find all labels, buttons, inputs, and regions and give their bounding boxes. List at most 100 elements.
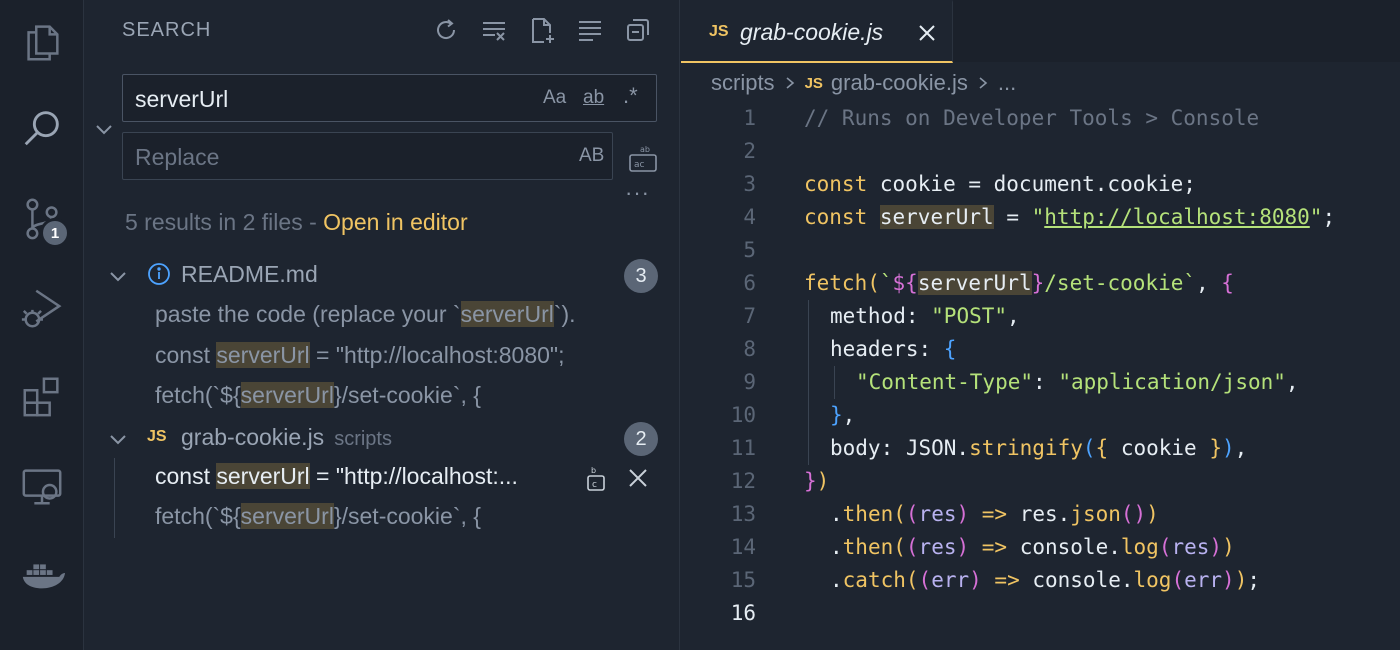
breadcrumb-file[interactable]: grab-cookie.js xyxy=(831,70,968,96)
code-bracket: ( xyxy=(893,535,906,559)
code-text: const cookie = document.cookie; xyxy=(804,168,1196,201)
code-parameter: err xyxy=(1184,568,1223,592)
code-bracket: ( xyxy=(893,502,906,526)
close-icon[interactable] xyxy=(917,23,937,43)
code-line: 13 .then((res) => res.json()) xyxy=(681,498,1400,531)
dismiss-match-icon[interactable] xyxy=(624,464,652,492)
code-parameter: res xyxy=(1171,535,1210,559)
code-token: = xyxy=(993,205,1032,229)
code-token: console. xyxy=(1032,568,1134,592)
match-highlight: serverUrl xyxy=(216,342,310,368)
search-match[interactable]: fetch(`${serverUrl}/set-cookie`, { xyxy=(155,503,481,530)
code-bracket: ( xyxy=(905,502,919,526)
code-bracket: } xyxy=(1209,436,1222,460)
docker-icon[interactable] xyxy=(14,546,70,602)
search-match-active[interactable]: const serverUrl = "http://localhost:... xyxy=(155,463,518,490)
code-bracket: { xyxy=(1095,436,1109,460)
search-icon[interactable] xyxy=(14,100,70,156)
breadcrumb-symbols[interactable]: ... xyxy=(998,70,1016,96)
code-token: body: JSON. xyxy=(830,436,970,460)
line-number: 10 xyxy=(730,403,756,427)
code-token: , xyxy=(1285,370,1299,394)
code-token: . xyxy=(830,502,843,526)
files-icon[interactable] xyxy=(14,14,70,70)
code-token: res. xyxy=(1019,502,1071,526)
code-bracket: } xyxy=(830,403,843,427)
code-token: , xyxy=(1234,436,1248,460)
code-match-highlight: serverUrl xyxy=(917,271,1032,295)
code-text: }, xyxy=(830,399,855,432)
code-text: .then((res) => res.json()) xyxy=(830,498,1159,531)
match-whole-word-toggle[interactable]: ab xyxy=(583,87,604,109)
search-input[interactable]: serverUrl Aa ab .* xyxy=(122,74,657,122)
js-file-icon: JS xyxy=(147,428,167,445)
indent-guide xyxy=(808,432,809,465)
result-file-readme[interactable]: README.md 3 xyxy=(107,259,667,293)
clear-results-icon[interactable] xyxy=(478,14,510,46)
code-bracket: ( xyxy=(905,535,919,559)
collapse-all-icon[interactable] xyxy=(622,14,654,46)
code-line: 11 body: JSON.stringify({ cookie }), xyxy=(681,432,1400,465)
code-bracket: () xyxy=(1120,502,1147,526)
line-number: 8 xyxy=(743,337,756,361)
search-toolbar xyxy=(430,14,654,46)
extensions-icon[interactable] xyxy=(14,368,70,424)
code-string: "application/json" xyxy=(1058,370,1286,394)
remote-explorer-icon[interactable] xyxy=(14,458,70,514)
code-bracket: ( xyxy=(905,568,919,592)
code-string: "Content-Type" xyxy=(856,370,1034,394)
search-match[interactable]: const serverUrl = "http://localhost:8080… xyxy=(155,342,564,369)
preserve-case-toggle[interactable]: AB xyxy=(579,145,604,167)
chevron-down-icon[interactable] xyxy=(107,265,129,287)
replace-icon[interactable]: bc xyxy=(582,464,610,492)
code-editor[interactable]: 1// Runs on Developer Tools > Console 2 … xyxy=(681,102,1400,630)
view-as-tree-icon[interactable] xyxy=(574,14,606,46)
line-number: 7 xyxy=(743,304,756,328)
code-line: 10}, xyxy=(681,399,1400,432)
tab-grab-cookie[interactable]: JS grab-cookie.js xyxy=(681,0,953,63)
toggle-search-details-button[interactable]: ··· xyxy=(625,180,650,206)
open-in-editor-link[interactable]: Open in editor xyxy=(323,209,467,235)
result-file-grab-cookie[interactable]: JS grab-cookie.js scripts 2 xyxy=(107,422,667,456)
panel-title: SEARCH xyxy=(122,19,212,41)
match-case-toggle[interactable]: Aa xyxy=(543,87,566,109)
code-url-link[interactable]: http://localhost:8080 xyxy=(1044,205,1310,229)
code-token: . xyxy=(830,568,843,592)
editor-area: JS grab-cookie.js scripts JS grab-cookie… xyxy=(681,0,1400,650)
code-token: , xyxy=(1007,304,1020,328)
code-line: 14 .then((res) => console.log(res)) xyxy=(681,531,1400,564)
code-bracket: ) xyxy=(1222,535,1235,559)
code-string: " xyxy=(1031,205,1045,229)
results-count-text: 5 results in 2 files - xyxy=(125,209,324,235)
code-bracket: ( xyxy=(918,568,932,592)
result-file-name: README.md xyxy=(181,261,318,287)
line-number: 11 xyxy=(730,436,756,460)
new-search-editor-icon[interactable] xyxy=(526,14,558,46)
code-keyword: => xyxy=(969,535,1020,559)
code-template: } xyxy=(1031,271,1045,295)
code-token: cookie xyxy=(1108,436,1210,460)
code-bracket: ) xyxy=(956,535,970,559)
search-match[interactable]: fetch(`${serverUrl}/set-cookie`, { xyxy=(155,382,481,409)
toggle-replace-chevron-icon[interactable] xyxy=(93,118,115,140)
code-line-current: 16 xyxy=(681,597,1400,630)
refresh-icon[interactable] xyxy=(430,14,462,46)
replace-all-icon[interactable]: ab ac xyxy=(628,143,658,173)
code-token: method: xyxy=(830,304,932,328)
line-number: 2 xyxy=(743,139,756,163)
search-match[interactable]: paste the code (replace your `serverUrl`… xyxy=(155,301,576,328)
breadcrumb: scripts JS grab-cookie.js ... xyxy=(711,70,1016,96)
code-bracket: { xyxy=(943,337,957,361)
code-line: 3 const cookie = document.cookie; xyxy=(681,168,1400,201)
run-debug-icon[interactable] xyxy=(14,280,70,336)
replace-input[interactable]: Replace AB xyxy=(122,132,613,180)
match-text: = "http://localhost:8080"; xyxy=(309,342,565,368)
breadcrumb-folder[interactable]: scripts xyxy=(711,70,775,96)
code-line: 1 // Runs on Developer Tools > Console xyxy=(681,102,1400,135)
code-token: ; xyxy=(1247,568,1261,592)
code-bracket: ) xyxy=(956,502,970,526)
chevron-down-icon[interactable] xyxy=(107,428,129,450)
indent-guide xyxy=(808,366,809,399)
use-regex-toggle[interactable]: .* xyxy=(623,83,638,109)
result-count-badge: 2 xyxy=(624,422,658,456)
